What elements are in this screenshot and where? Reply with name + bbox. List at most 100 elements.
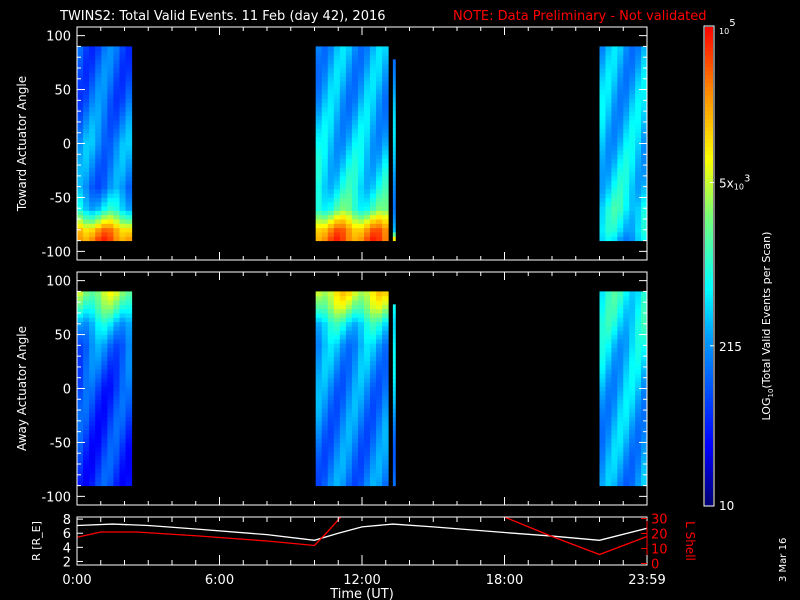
spectrogram-cell bbox=[83, 364, 90, 370]
spectrogram-cell bbox=[357, 317, 365, 323]
spectrogram-cell bbox=[345, 180, 353, 185]
spectrogram-cell bbox=[83, 89, 90, 95]
spectrogram-cell bbox=[345, 472, 353, 478]
spectrogram-cell bbox=[345, 382, 353, 387]
spectrogram-cell bbox=[623, 158, 630, 164]
spectrogram-cell bbox=[315, 227, 323, 233]
spectrogram-cell bbox=[392, 80, 396, 86]
colorbar-cell bbox=[705, 230, 713, 235]
spectrogram-cell bbox=[333, 459, 341, 465]
spectrogram-cell bbox=[599, 308, 606, 314]
spectrogram-cell bbox=[119, 334, 127, 340]
spectrogram-cell bbox=[357, 321, 365, 327]
spectrogram-cell bbox=[333, 373, 341, 379]
colorbar-cell bbox=[705, 433, 713, 438]
spectrogram-cell bbox=[623, 377, 630, 383]
spectrogram-cell bbox=[77, 446, 84, 452]
spectrogram-cell bbox=[113, 373, 120, 379]
spectrogram-cell bbox=[77, 317, 84, 323]
spectrogram-cell bbox=[357, 429, 365, 435]
spectrogram-cell bbox=[611, 50, 618, 56]
spectrogram-cell bbox=[327, 102, 335, 108]
spectrogram-cell bbox=[629, 481, 636, 487]
spectrogram-cell bbox=[339, 106, 347, 112]
spectrogram-cell bbox=[101, 180, 108, 185]
spectrogram-cell bbox=[623, 373, 630, 379]
spectrogram-cell bbox=[101, 214, 108, 220]
spectrogram-cell bbox=[119, 464, 127, 469]
spectrogram-cell bbox=[376, 356, 383, 361]
spectrogram-cell bbox=[376, 206, 383, 211]
spectrogram-cell bbox=[339, 72, 347, 78]
spectrogram-cell bbox=[370, 416, 377, 422]
spectrogram-cell bbox=[327, 149, 335, 155]
spectrogram-cell bbox=[611, 334, 618, 340]
spectrogram-cell bbox=[629, 76, 636, 82]
spectrogram-cell bbox=[107, 175, 114, 181]
spectrogram-cell bbox=[101, 106, 108, 112]
spectrogram-cell bbox=[629, 184, 636, 190]
spectrogram-cell bbox=[623, 317, 630, 323]
spectrogram-cell bbox=[599, 98, 606, 104]
spectrogram-cell bbox=[599, 446, 606, 452]
spectrogram-cell bbox=[345, 438, 353, 443]
spectrogram-cell bbox=[321, 93, 329, 99]
spectrogram-cell bbox=[599, 382, 606, 387]
spectrogram-cell bbox=[345, 46, 353, 52]
spectrogram-cell bbox=[345, 80, 353, 86]
spectrogram-cell bbox=[315, 180, 323, 185]
spectrogram-cell bbox=[339, 236, 347, 242]
spectrogram-cell bbox=[611, 72, 618, 78]
spectrogram-cell bbox=[113, 429, 120, 435]
spectrogram-cell bbox=[382, 63, 389, 69]
spectrogram-cell bbox=[101, 223, 108, 229]
spectrogram-cell bbox=[333, 124, 341, 129]
spectrogram-cell bbox=[345, 175, 353, 181]
colorbar-cell bbox=[705, 369, 713, 375]
spectrogram-cell bbox=[357, 407, 365, 413]
spectrogram-cell bbox=[101, 89, 108, 95]
spectrogram-cell bbox=[333, 227, 341, 233]
spectrogram-cell bbox=[605, 197, 612, 203]
colorbar-cell bbox=[705, 405, 713, 410]
spectrogram-cell bbox=[382, 102, 389, 108]
spectrogram-cell bbox=[376, 429, 383, 435]
spectrogram-cell bbox=[392, 158, 396, 164]
colorbar-cell bbox=[705, 130, 713, 136]
spectrogram-cell bbox=[599, 149, 606, 155]
spectrogram-cell bbox=[125, 321, 133, 327]
spectrogram-cell bbox=[357, 308, 365, 314]
spectrogram-cell bbox=[339, 63, 347, 69]
spectrogram-cell bbox=[623, 89, 630, 95]
spectrogram-cell bbox=[125, 403, 133, 409]
spectrogram-cell bbox=[599, 412, 606, 418]
spectrogram-cell bbox=[382, 464, 389, 469]
spectrogram-cell bbox=[363, 373, 371, 379]
spectrogram-cell bbox=[392, 377, 396, 383]
spectrogram-cell bbox=[363, 429, 371, 435]
spectrogram-cell bbox=[321, 369, 329, 374]
spectrogram-cell bbox=[321, 399, 329, 405]
spectrogram-cell bbox=[119, 175, 127, 181]
spectrogram-cell bbox=[327, 154, 335, 160]
spectrogram-cell bbox=[339, 141, 347, 147]
spectrogram-cell bbox=[107, 72, 114, 78]
spectrogram-cell bbox=[107, 214, 114, 220]
spectrogram-cell bbox=[599, 210, 606, 216]
spectrogram-cell bbox=[327, 438, 335, 443]
spectrogram-cell bbox=[333, 98, 341, 104]
spectrogram-cell bbox=[101, 50, 108, 56]
spectrogram-cell bbox=[315, 137, 323, 142]
spectrogram-cell bbox=[617, 446, 624, 452]
spectrogram-cell bbox=[77, 46, 84, 52]
spectrogram-cell bbox=[119, 343, 127, 349]
spectrogram-cell bbox=[605, 481, 612, 487]
spectrogram-cell bbox=[357, 300, 365, 305]
spectrogram-cell bbox=[125, 175, 133, 181]
spectrogram-cell bbox=[89, 149, 96, 155]
spectrogram-cell bbox=[83, 351, 90, 357]
spectrogram-cell bbox=[351, 132, 359, 138]
spectrogram-cell bbox=[95, 382, 102, 387]
spectrogram-cell bbox=[125, 468, 133, 474]
spectrogram-cell bbox=[107, 180, 114, 185]
